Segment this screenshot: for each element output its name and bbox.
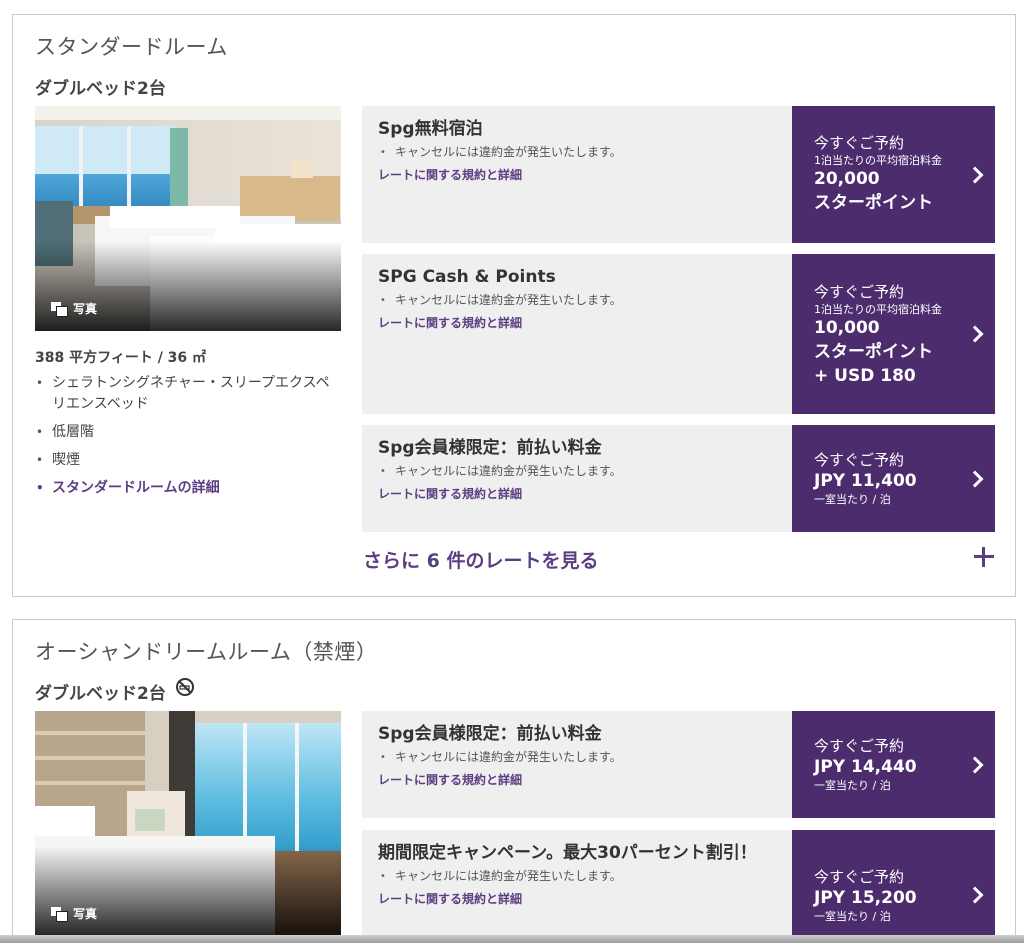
rate-rules-link[interactable]: レートに関する規約と詳細 [378,314,776,331]
room-card-ocean-dream: オーシャンドリームルーム（禁煙） ダブルベッド2台 写真 Spg会員様限定：前払… [12,619,1016,943]
book-label: 今すぐご予約 [814,451,905,469]
rate-name: Spg無料宿泊 [378,119,483,139]
rate-policy: キャンセルには違約金が発生いたします。 [378,464,776,479]
rate-info: Spg会員様限定：前払い料金 キャンセルには違約金が発生いたします。 レートに関… [362,425,792,532]
price-per-night: 一室当たり / 泊 [814,493,891,506]
rate-row: 期間限定キャンペーン。最大30パーセント割引！ キャンセルには違約金が発生いたし… [362,830,995,943]
rate-name: SPG Cash & Points [378,267,556,287]
room-title: オーシャンドリームルーム（禁煙） [35,640,378,664]
book-label: 今すぐご予約 [814,134,905,152]
rate-info: Spg会員様限定：前払い料金 キャンセルには違約金が発生いたします。 レートに関… [362,711,792,818]
amenity-item: 低層階 [35,422,341,443]
rate-policy: キャンセルには違約金が発生いたします。 [378,293,776,308]
photo-label: 写真 [73,302,98,316]
room-bed-type: ダブルベッド2台 [35,74,166,99]
book-now-button[interactable]: 今すぐご予約 JPY 15,200 一室当たり / 泊 [792,830,995,943]
room-photo-image [35,711,341,936]
window-bottom-edge [0,935,1024,943]
price-per-night: 一室当たり / 泊 [814,779,891,792]
room-card-standard: スタンダードルーム ダブルベッド2台 写真 388 平方フィート / 36 ㎡ … [12,14,1016,597]
room-photo-image [35,106,341,331]
rate-row: Spg会員様限定：前払い料金 キャンセルには違約金が発生いたします。 レートに関… [362,425,995,532]
rate-name: Spg会員様限定：前払い料金 [378,438,602,458]
bed-type-label: ダブルベッド2台 [35,79,166,99]
more-rates-link[interactable]: さらに 6 件のレートを見る [363,546,598,573]
rate-info: 期間限定キャンペーン。最大30パーセント割引！ キャンセルには違約金が発生いたし… [362,830,792,943]
plus-icon[interactable] [974,547,994,567]
room-photo[interactable]: 写真 [35,711,341,936]
room-bed-type: ダブルベッド2台 [35,677,195,704]
photo-stack-icon [51,906,68,922]
rate-rules-link[interactable]: レートに関する規約と詳細 [378,890,776,907]
book-label: 今すぐご予約 [814,282,905,301]
price-amount: JPY 15,200 [814,887,917,908]
price-note: 1泊当たりの平均宿泊料金 [814,302,942,316]
room-title: スタンダードルーム [35,35,228,59]
no-smoking-icon [175,677,194,696]
rate-info: SPG Cash & Points キャンセルには違約金が発生いたします。 レー… [362,254,792,414]
rate-policy: キャンセルには違約金が発生いたします。 [378,750,776,765]
book-now-button[interactable]: 今すぐご予約 1泊当たりの平均宿泊料金 10,000 スターポイント + USD… [792,254,995,414]
rate-name: 期間限定キャンペーン。最大30パーセント割引！ [378,843,757,863]
price-points: 20,000 [814,169,880,189]
photo-stack-icon [51,301,68,317]
rate-rules-link[interactable]: レートに関する規約と詳細 [378,771,776,788]
book-now-button[interactable]: 今すぐご予約 JPY 14,440 一室当たり / 泊 [792,711,995,818]
photo-badge[interactable]: 写真 [51,300,97,317]
book-label: 今すぐご予約 [814,867,905,886]
room-size: 388 平方フィート / 36 ㎡ [35,350,207,366]
price-unit: スターポイント [814,341,933,362]
photo-label: 写真 [73,907,98,921]
price-note: 1泊当たりの平均宿泊料金 [814,154,942,167]
photo-badge[interactable]: 写真 [51,905,97,922]
price-unit: スターポイント [814,193,933,213]
rate-row: Spg会員様限定：前払い料金 キャンセルには違約金が発生いたします。 レートに関… [362,711,995,818]
rate-name: Spg会員様限定：前払い料金 [378,724,602,744]
amenity-item: シェラトンシグネチャー・スリープエクスペリエンスベッド [35,373,341,415]
book-now-button[interactable]: 今すぐご予約 1泊当たりの平均宿泊料金 20,000 スターポイント [792,106,995,243]
rate-row: SPG Cash & Points キャンセルには違約金が発生いたします。 レー… [362,254,995,414]
rate-row: Spg無料宿泊 キャンセルには違約金が発生いたします。 レートに関する規約と詳細… [362,106,995,243]
book-now-button[interactable]: 今すぐご予約 JPY 11,400 一室当たり / 泊 [792,425,995,532]
price-cash: + USD 180 [814,365,916,386]
price-per-night: 一室当たり / 泊 [814,909,891,923]
bed-type-label: ダブルベッド2台 [35,684,166,704]
rate-rules-link[interactable]: レートに関する規約と詳細 [378,166,776,183]
rate-rules-link[interactable]: レートに関する規約と詳細 [378,485,776,502]
rate-policy: キャンセルには違約金が発生いたします。 [378,145,776,160]
rate-info: Spg無料宿泊 キャンセルには違約金が発生いたします。 レートに関する規約と詳細 [362,106,792,243]
amenity-item: 喫煙 [35,450,341,471]
book-label: 今すぐご予約 [814,737,905,755]
room-photo[interactable]: 写真 [35,106,341,331]
room-details-link[interactable]: スタンダードルームの詳細 [35,478,341,499]
amenity-list: シェラトンシグネチャー・スリープエクスペリエンスベッド 低層階 喫煙 スタンダー… [35,373,341,506]
rate-policy: キャンセルには違約金が発生いたします。 [378,869,776,884]
